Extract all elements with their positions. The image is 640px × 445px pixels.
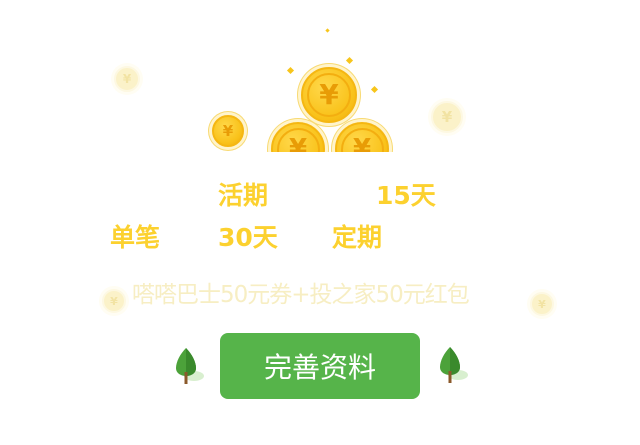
coin-stack: ¥ ¥ — [262, 110, 397, 152]
tree-icon-right — [436, 345, 470, 389]
faded-coin-icon-bottom-left: ¥ — [102, 289, 126, 313]
fixed-deposit-label: 定期 — [332, 223, 383, 252]
faded-coin-icon-bottom-right: ¥ — [530, 292, 554, 316]
tree-icon-left — [172, 346, 206, 390]
current-deposit-label: 活期 — [218, 181, 269, 210]
coin-icon-bottom-right: ¥ — [335, 122, 389, 152]
coin-icon-small: ¥ — [212, 115, 244, 147]
coin-symbol: ¥ — [441, 108, 453, 126]
sparkle-icon — [286, 66, 295, 75]
coin-symbol: ¥ — [222, 122, 234, 140]
coin-inner-ring: ¥ — [276, 127, 320, 152]
sparkle-icon — [325, 28, 330, 33]
single-transaction-label: 单笔 — [110, 223, 161, 252]
coin-inner-ring: ¥ — [340, 127, 384, 152]
coin-symbol: ¥ — [538, 297, 546, 311]
faded-coin-icon-top-right: ¥ — [431, 101, 463, 133]
coin-symbol: ¥ — [319, 78, 339, 112]
sparkle-icon — [370, 85, 379, 94]
faded-coin-icon-top-left: ¥ — [114, 66, 140, 92]
coin-symbol: ¥ — [122, 72, 132, 86]
sparkle-icon — [345, 56, 354, 65]
coin-symbol: ¥ — [352, 134, 372, 152]
coin-symbol: ¥ — [110, 294, 118, 308]
reward-description: 嗒嗒巴士50元券+投之家50元红包 — [132, 282, 470, 308]
coin-symbol: ¥ — [288, 134, 308, 152]
complete-profile-button[interactable]: 完善资料 — [220, 333, 420, 399]
days-30-label: 30天 — [218, 223, 278, 252]
coin-icon-bottom-left: ¥ — [271, 122, 325, 152]
complete-profile-button-label: 完善资料 — [263, 351, 376, 384]
days-15-label: 15天 — [376, 181, 436, 210]
